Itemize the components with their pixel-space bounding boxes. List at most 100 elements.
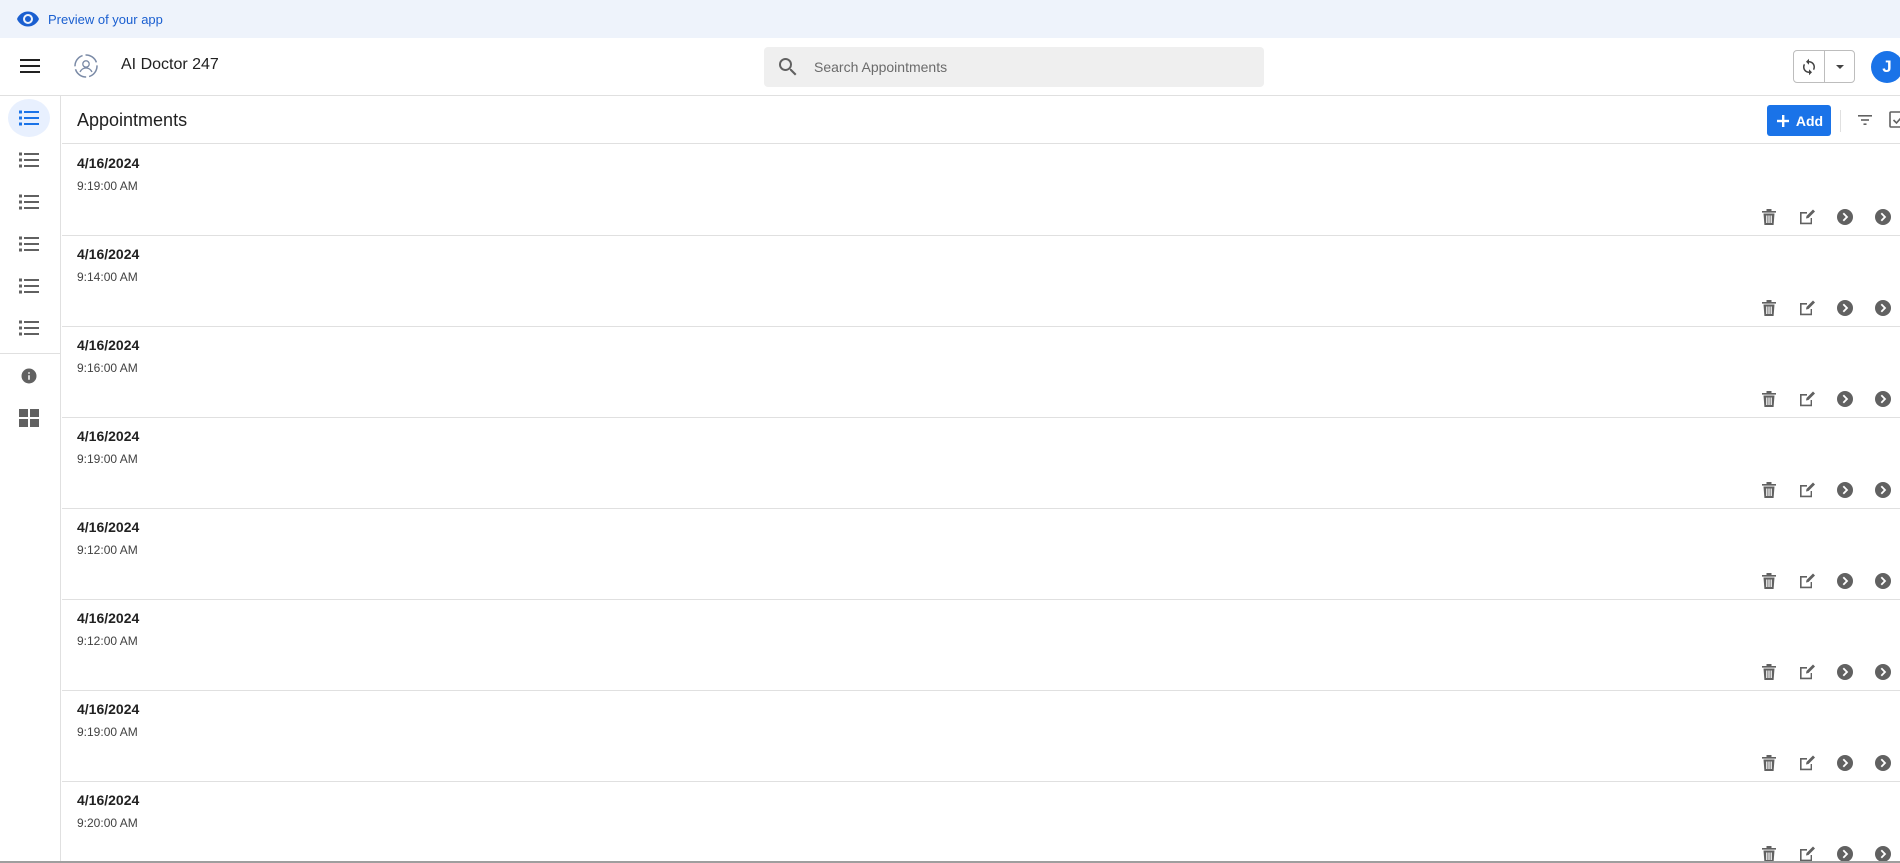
navigate-button[interactable]	[1872, 570, 1894, 592]
edit-button[interactable]	[1796, 661, 1818, 683]
filter-button[interactable]	[1855, 110, 1875, 130]
edit-icon	[1800, 391, 1815, 407]
search-bar[interactable]	[764, 47, 1264, 87]
appointment-date: 4/16/2024	[77, 155, 140, 171]
sidebar-item-info[interactable]	[8, 357, 50, 395]
sidebar-item-1[interactable]	[8, 99, 50, 137]
edit-icon	[1800, 209, 1815, 225]
edit-icon	[1800, 664, 1815, 680]
sidebar-item-4[interactable]	[8, 225, 50, 263]
chevron-right-circle-icon	[1875, 300, 1891, 316]
delete-button[interactable]	[1758, 661, 1780, 683]
chevron-right-circle-icon	[1837, 300, 1853, 316]
chevron-right-circle-icon	[1837, 482, 1853, 498]
edit-icon	[1800, 573, 1815, 589]
appointment-time: 9:19:00 AM	[77, 179, 138, 193]
list-item[interactable]: 4/16/2024 9:19:00 AM	[62, 691, 1900, 782]
select-items-button[interactable]	[1888, 110, 1900, 130]
appointment-time: 9:19:00 AM	[77, 452, 138, 466]
delete-button[interactable]	[1758, 206, 1780, 228]
navigate-button[interactable]	[1872, 752, 1894, 774]
preview-text: Preview of your app	[48, 11, 163, 27]
menu-icon	[20, 59, 40, 73]
chevron-right-circle-icon	[1837, 755, 1853, 771]
appointment-date: 4/16/2024	[77, 246, 140, 262]
appointment-date: 4/16/2024	[77, 610, 140, 626]
open-detail-button[interactable]	[1834, 752, 1856, 774]
delete-button[interactable]	[1758, 479, 1780, 501]
open-detail-button[interactable]	[1834, 297, 1856, 319]
navigate-button[interactable]	[1872, 843, 1894, 863]
caret-down-icon	[1835, 64, 1844, 69]
add-button[interactable]: Add	[1767, 105, 1831, 136]
sidebar-item-2[interactable]	[8, 141, 50, 179]
list-icon	[19, 194, 39, 210]
list-icon	[19, 236, 39, 252]
app-logo-icon	[72, 52, 100, 80]
delete-button[interactable]	[1758, 570, 1780, 592]
edit-button[interactable]	[1796, 388, 1818, 410]
chevron-right-circle-icon	[1875, 573, 1891, 589]
sidebar-item-6[interactable]	[8, 309, 50, 347]
toolbar-divider	[1840, 110, 1841, 132]
appointment-date: 4/16/2024	[77, 428, 140, 444]
filter-icon	[1858, 115, 1872, 125]
open-detail-button[interactable]	[1834, 206, 1856, 228]
list-item[interactable]: 4/16/2024 9:19:00 AM	[62, 418, 1900, 509]
delete-button[interactable]	[1758, 388, 1780, 410]
chevron-right-circle-icon	[1837, 391, 1853, 407]
edit-button[interactable]	[1796, 570, 1818, 592]
hamburger-menu-button[interactable]	[17, 53, 43, 79]
search-input[interactable]	[814, 59, 1234, 75]
chevron-right-circle-icon	[1837, 664, 1853, 680]
delete-button[interactable]	[1758, 752, 1780, 774]
edit-button[interactable]	[1796, 297, 1818, 319]
open-detail-button[interactable]	[1834, 843, 1856, 863]
plus-icon	[1775, 113, 1791, 129]
list-item[interactable]: 4/16/2024 9:12:00 AM	[62, 600, 1900, 691]
sidebar-item-5[interactable]	[8, 267, 50, 305]
open-detail-button[interactable]	[1834, 570, 1856, 592]
sidebar-item-dashboard[interactable]	[8, 399, 50, 437]
preview-banner: Preview of your app	[0, 0, 1900, 38]
navigate-button[interactable]	[1872, 479, 1894, 501]
edit-button[interactable]	[1796, 752, 1818, 774]
edit-button[interactable]	[1796, 843, 1818, 863]
chevron-right-circle-icon	[1875, 209, 1891, 225]
list-item[interactable]: 4/16/2024 9:20:00 AM	[62, 782, 1900, 863]
list-icon	[19, 278, 39, 294]
appointment-date: 4/16/2024	[77, 792, 140, 808]
search-icon	[776, 55, 800, 79]
navigate-button[interactable]	[1872, 206, 1894, 228]
chevron-right-circle-icon	[1875, 755, 1891, 771]
trash-icon	[1762, 664, 1776, 680]
trash-icon	[1762, 209, 1776, 225]
trash-icon	[1762, 300, 1776, 316]
navigate-button[interactable]	[1872, 297, 1894, 319]
list-item[interactable]: 4/16/2024 9:12:00 AM	[62, 509, 1900, 600]
appointment-time: 9:12:00 AM	[77, 634, 138, 648]
user-avatar[interactable]: J	[1871, 51, 1900, 83]
edit-icon	[1800, 482, 1815, 498]
chevron-right-circle-icon	[1875, 664, 1891, 680]
sidebar-item-3[interactable]	[8, 183, 50, 221]
open-detail-button[interactable]	[1834, 479, 1856, 501]
chevron-right-circle-icon	[1837, 573, 1853, 589]
delete-button[interactable]	[1758, 297, 1780, 319]
navigate-button[interactable]	[1872, 388, 1894, 410]
list-item[interactable]: 4/16/2024 9:14:00 AM	[62, 236, 1900, 327]
add-button-label: Add	[1795, 112, 1824, 129]
appointment-date: 4/16/2024	[77, 701, 140, 717]
trash-icon	[1762, 391, 1776, 407]
edit-button[interactable]	[1796, 206, 1818, 228]
edit-button[interactable]	[1796, 479, 1818, 501]
delete-button[interactable]	[1758, 843, 1780, 863]
trash-icon	[1762, 755, 1776, 771]
navigate-button[interactable]	[1872, 661, 1894, 683]
open-detail-button[interactable]	[1834, 388, 1856, 410]
sync-button[interactable]	[1794, 51, 1826, 82]
open-detail-button[interactable]	[1834, 661, 1856, 683]
list-item[interactable]: 4/16/2024 9:19:00 AM	[62, 145, 1900, 236]
list-item[interactable]: 4/16/2024 9:16:00 AM	[62, 327, 1900, 418]
sync-dropdown-button[interactable]	[1825, 51, 1854, 82]
